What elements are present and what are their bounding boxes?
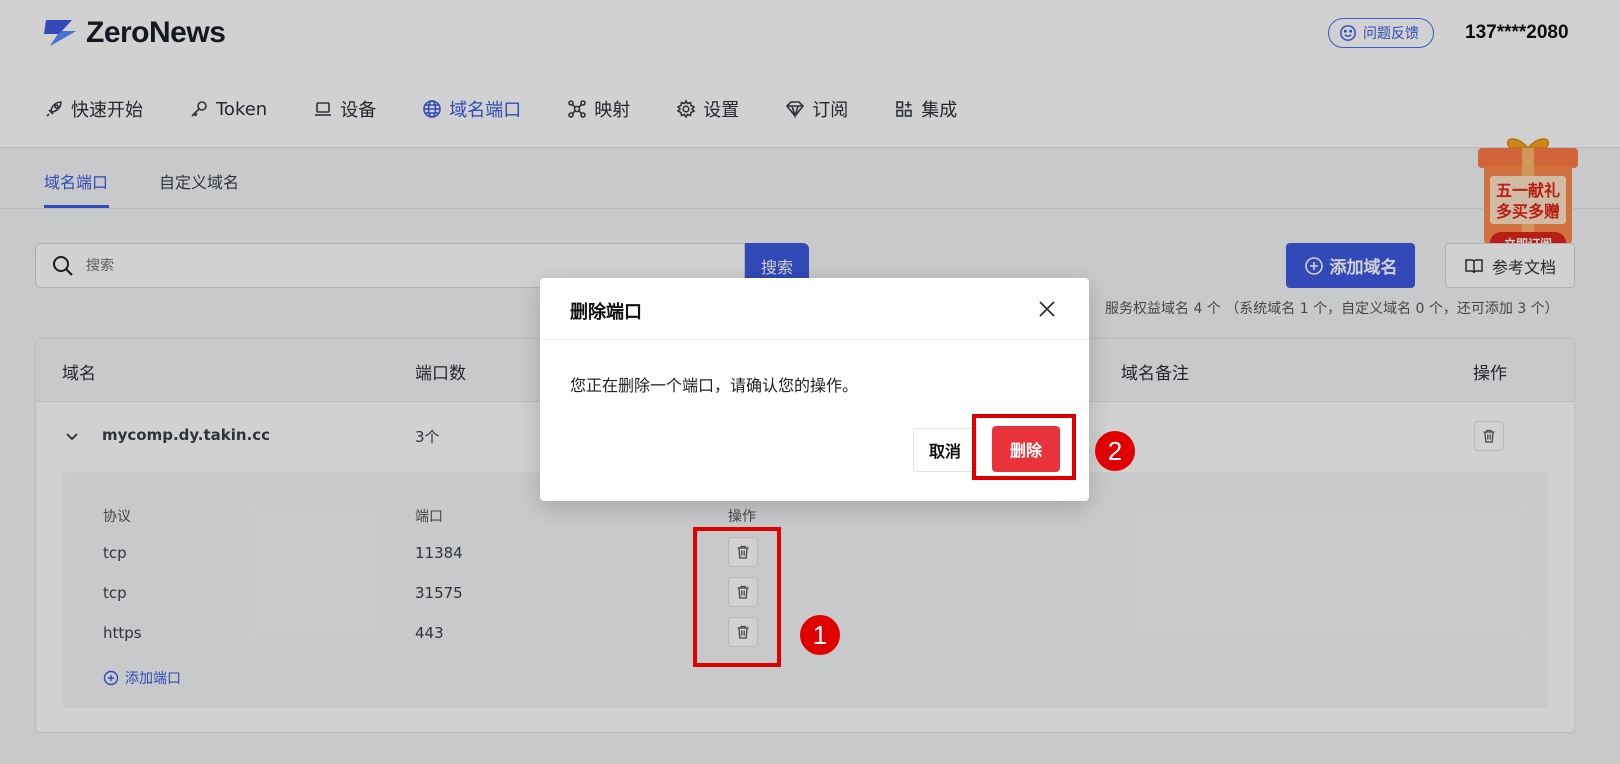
step-badge-2: 2 bbox=[1095, 431, 1135, 471]
dialog-header: 删除端口 bbox=[540, 278, 1089, 340]
cancel-button[interactable]: 取消 bbox=[913, 428, 977, 472]
step-badge-1: 1 bbox=[800, 615, 840, 655]
close-icon[interactable] bbox=[1036, 298, 1058, 320]
dialog-message: 您正在删除一个端口，请确认您的操作。 bbox=[570, 376, 859, 395]
dialog-title: 删除端口 bbox=[570, 302, 642, 323]
highlight-box-delete-port-buttons bbox=[693, 527, 781, 667]
highlight-box-confirm-delete bbox=[972, 414, 1076, 480]
